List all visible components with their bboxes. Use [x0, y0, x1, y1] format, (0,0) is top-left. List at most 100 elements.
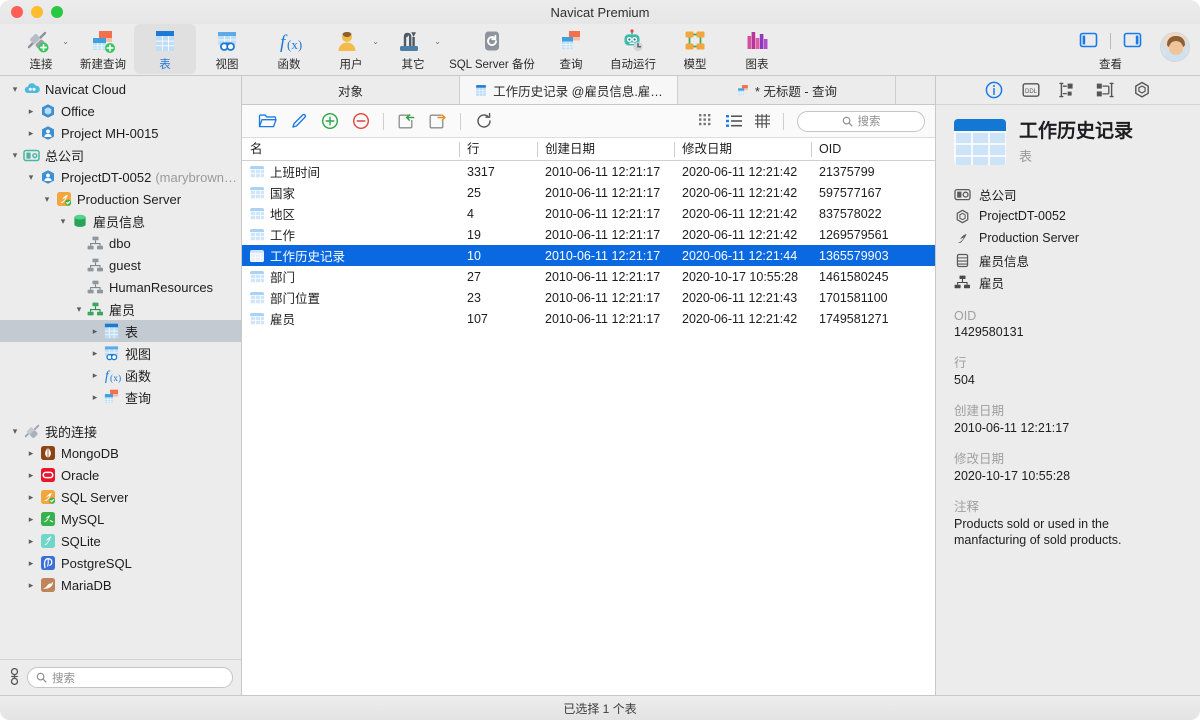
chevron-down-icon[interactable]: ⌄	[372, 37, 379, 46]
table-row[interactable]: 工作 19 2010-06-11 12:21:17 2020-06-11 12:21:…	[242, 224, 935, 245]
chevron-right-icon[interactable]	[24, 129, 38, 138]
column-header-rows[interactable]: 行	[459, 138, 537, 161]
table-row[interactable]: 部门 27 2010-06-11 12:21:17 2020-10-17 10:55:…	[242, 266, 935, 287]
table-row[interactable]: 地区 4 2010-06-11 12:21:17 2020-06-11 12:21:4…	[242, 203, 935, 224]
chevron-right-icon[interactable]	[24, 471, 38, 480]
relation-tab[interactable]	[1095, 80, 1115, 100]
tree-item-表[interactable]: 表	[0, 320, 241, 342]
toolbar-button-new-query[interactable]: 新建查询	[72, 24, 134, 74]
table-row[interactable]: 部门位置 23 2010-06-11 12:21:17 2020-06-11 12:2…	[242, 287, 935, 308]
tree-item-雇员信息[interactable]: 雇员信息	[0, 210, 241, 232]
chevron-down-icon[interactable]	[24, 173, 38, 182]
tree-item-Project MH-0015[interactable]: Project MH-0015	[0, 122, 241, 144]
chevron-right-icon[interactable]	[88, 371, 102, 380]
tree-item-视图[interactable]: 视图	[0, 342, 241, 364]
close-window-button[interactable]	[11, 6, 23, 18]
tree-item-SQL Server[interactable]: SQL Server	[0, 486, 241, 508]
tree-item-总公司[interactable]: 总公司	[0, 144, 241, 166]
chevron-down-icon[interactable]	[40, 195, 54, 204]
column-header-oid[interactable]: OID	[811, 138, 935, 161]
chevron-down-icon[interactable]	[56, 217, 70, 226]
tree-item-MariaDB[interactable]: MariaDB	[0, 574, 241, 596]
chevron-down-icon[interactable]	[8, 427, 22, 436]
tree-item-ProjectDT-0052[interactable]: ProjectDT-0052(marybrown…	[0, 166, 241, 188]
chevron-down-icon[interactable]	[8, 151, 22, 160]
hexagon-tab[interactable]	[1132, 80, 1152, 100]
minimize-window-button[interactable]	[31, 6, 43, 18]
sidebar-search-input[interactable]: 搜索	[27, 667, 233, 688]
chevron-right-icon[interactable]	[24, 581, 38, 590]
tree-item-我的连接[interactable]: 我的连接	[0, 420, 241, 442]
tab-objects[interactable]: 对象	[242, 76, 460, 104]
toolbar-button-user[interactable]: 用户 ⌄	[320, 24, 382, 74]
toolbar-button-query[interactable]: 查询	[540, 24, 602, 74]
list-view-button[interactable]	[720, 109, 748, 133]
chevron-right-icon[interactable]	[88, 327, 102, 336]
toolbar-button-view[interactable]: 视图	[196, 24, 258, 74]
refresh-button[interactable]	[468, 109, 499, 133]
ddl-tab[interactable]: DDL	[1021, 80, 1041, 100]
tab-query[interactable]: * 无标题 - 查询	[678, 76, 896, 104]
tree-item-Production Server[interactable]: Production Server	[0, 188, 241, 210]
tree-item-guest[interactable]: guest	[0, 254, 241, 276]
sidebar-left-panel-icon[interactable]	[1079, 32, 1098, 51]
export-wizard-button[interactable]	[422, 109, 453, 133]
maximize-window-button[interactable]	[51, 6, 63, 18]
table-row[interactable]: 上班时间 3317 2010-06-11 12:21:17 2020-06-11 12…	[242, 161, 935, 182]
tree-item-雇员[interactable]: 雇员	[0, 298, 241, 320]
column-header-name[interactable]: 名	[242, 138, 459, 161]
design-object-button[interactable]	[283, 109, 314, 133]
tree-item-PostgreSQL[interactable]: PostgreSQL	[0, 552, 241, 574]
tree-item-Oracle[interactable]: Oracle	[0, 464, 241, 486]
column-header-modified[interactable]: 修改日期	[674, 138, 811, 161]
tab-table-data[interactable]: 工作历史记录 @雇员信息.雇…	[460, 76, 678, 104]
chevron-down-icon[interactable]: ⌄	[62, 37, 69, 46]
delete-object-button[interactable]	[345, 109, 376, 133]
tree-item-MySQL[interactable]: MySQL	[0, 508, 241, 530]
tree-item-HumanResources[interactable]: HumanResources	[0, 276, 241, 298]
chevron-right-icon[interactable]	[88, 393, 102, 402]
chevron-right-icon[interactable]	[24, 515, 38, 524]
info-path-item[interactable]: Production Server	[954, 227, 1182, 249]
chevron-right-icon[interactable]	[88, 349, 102, 358]
table-row[interactable]: 国家 25 2010-06-11 12:21:17 2020-06-11 12:21:…	[242, 182, 935, 203]
tree-item-SQLite[interactable]: SQLite	[0, 530, 241, 552]
toolbar-button-other-tools[interactable]: 其它 ⌄	[382, 24, 444, 74]
tree-item-查询[interactable]: 查询	[0, 386, 241, 408]
toolbar-button-backup[interactable]: SQL Server 备份	[444, 24, 540, 74]
import-wizard-button[interactable]	[391, 109, 422, 133]
tree-item-Navicat Cloud[interactable]: Navicat Cloud	[0, 78, 241, 100]
column-header-created[interactable]: 创建日期	[537, 138, 674, 161]
info-path-item[interactable]: 总公司	[954, 183, 1182, 205]
hierarchy-tab[interactable]	[1058, 80, 1078, 100]
connection-status-icon[interactable]	[8, 667, 21, 688]
detail-view-button[interactable]	[748, 109, 776, 133]
info-path-item[interactable]: 雇员信息	[954, 249, 1182, 271]
chevron-right-icon[interactable]	[24, 537, 38, 546]
chevron-right-icon[interactable]	[24, 559, 38, 568]
chevron-down-icon[interactable]	[72, 305, 86, 314]
toolbar-button-connection-plug[interactable]: 连接 ⌄	[10, 24, 72, 74]
table-row[interactable]: 工作历史记录 10 2010-06-11 12:21:17 2020-06-11 12…	[242, 245, 935, 266]
toolbar-button-automation-robot[interactable]: 自动运行	[602, 24, 664, 74]
tree-item-dbo[interactable]: dbo	[0, 232, 241, 254]
toolbar-button-model[interactable]: 模型	[664, 24, 726, 74]
chevron-down-icon[interactable]	[8, 85, 22, 94]
open-object-button[interactable]	[252, 109, 283, 133]
info-tab[interactable]	[984, 80, 1004, 100]
chevron-right-icon[interactable]	[24, 493, 38, 502]
sidebar-right-panel-icon[interactable]	[1123, 32, 1142, 51]
object-search-input[interactable]: 搜索	[797, 110, 925, 132]
chevron-right-icon[interactable]	[24, 107, 38, 116]
icon-view-button[interactable]	[692, 109, 720, 133]
toolbar-button-table[interactable]: 表	[134, 24, 196, 74]
chevron-down-icon[interactable]: ⌄	[434, 37, 441, 46]
new-object-button[interactable]	[314, 109, 345, 133]
table-row[interactable]: 雇员 107 2010-06-11 12:21:17 2020-06-11 12:21…	[242, 308, 935, 329]
toolbar-button-chart[interactable]: 图表	[726, 24, 788, 74]
tree-item-函数[interactable]: f(x)函数	[0, 364, 241, 386]
tree-item-MongoDB[interactable]: MongoDB	[0, 442, 241, 464]
user-avatar[interactable]	[1160, 32, 1190, 62]
tree-item-Office[interactable]: Office	[0, 100, 241, 122]
info-path-item[interactable]: 雇员	[954, 271, 1182, 293]
